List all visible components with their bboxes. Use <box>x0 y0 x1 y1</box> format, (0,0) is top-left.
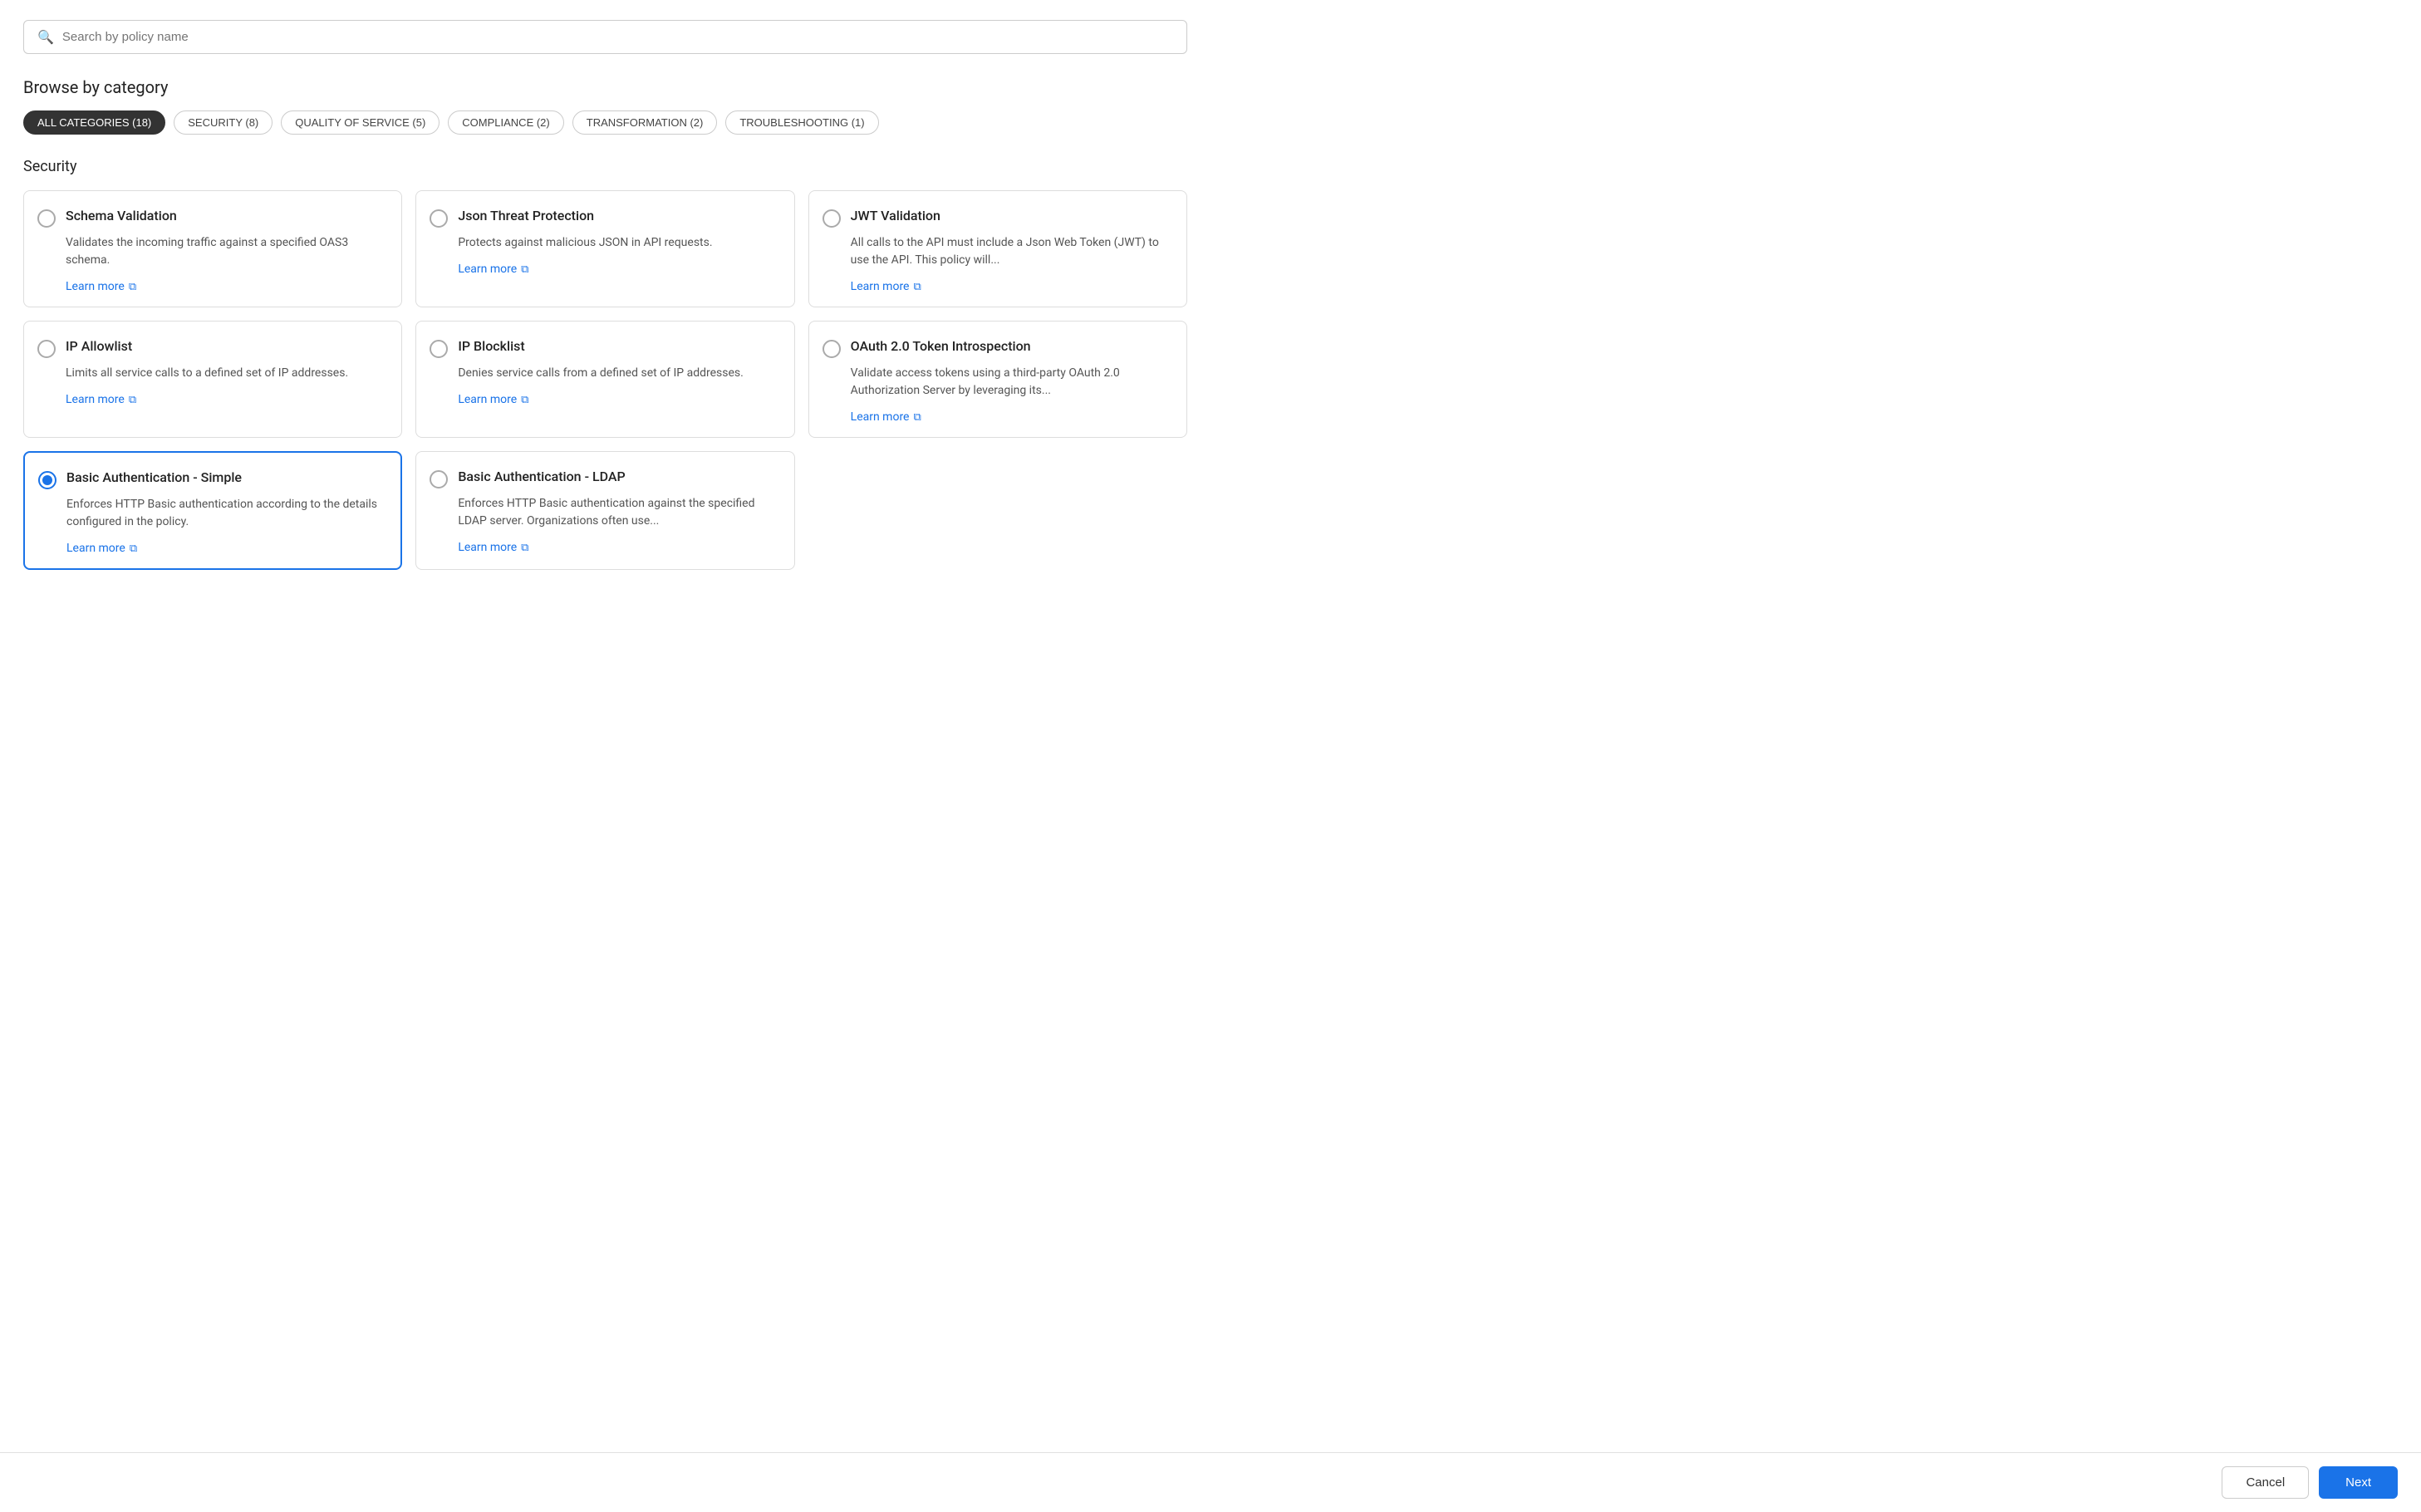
external-link-icon: ⧉ <box>521 394 528 406</box>
policy-card[interactable]: OAuth 2.0 Token Introspection Validate ac… <box>808 321 1187 438</box>
policy-description: Validates the incoming traffic against a… <box>37 234 385 269</box>
category-btn-0[interactable]: ALL CATEGORIES (18) <box>23 110 165 135</box>
browse-title: Browse by category <box>23 77 1187 97</box>
category-btn-2[interactable]: QUALITY OF SERVICE (5) <box>281 110 440 135</box>
policy-card-header: IP Blocklist <box>430 338 777 358</box>
policy-description: Validate access tokens using a third-par… <box>823 365 1170 400</box>
external-link-icon: ⧉ <box>913 281 921 293</box>
policy-card[interactable]: IP Allowlist Limits all service calls to … <box>23 321 402 438</box>
policy-description: Limits all service calls to a defined se… <box>37 365 385 382</box>
policy-name: IP Blocklist <box>458 338 524 356</box>
policy-description: Enforces HTTP Basic authentication accor… <box>38 496 384 531</box>
policy-card-header: OAuth 2.0 Token Introspection <box>823 338 1170 358</box>
radio-button[interactable] <box>430 340 448 358</box>
radio-button[interactable] <box>37 340 56 358</box>
radio-button[interactable] <box>823 340 841 358</box>
learn-more-link[interactable]: Learn more ⧉ <box>66 393 136 406</box>
radio-button[interactable] <box>430 470 448 488</box>
learn-more-link[interactable]: Learn more ⧉ <box>851 280 921 293</box>
policy-name: Basic Authentication - Simple <box>66 469 242 487</box>
policy-name: Json Threat Protection <box>458 208 594 225</box>
policy-card-header: IP Allowlist <box>37 338 385 358</box>
policy-description: Enforces HTTP Basic authentication again… <box>430 495 777 530</box>
learn-more-link[interactable]: Learn more ⧉ <box>458 541 528 554</box>
learn-more-link[interactable]: Learn more ⧉ <box>458 393 528 406</box>
radio-button[interactable] <box>37 209 56 228</box>
policy-name: JWT Validation <box>851 208 940 225</box>
category-filters: ALL CATEGORIES (18) SECURITY (8) QUALITY O… <box>23 110 1187 135</box>
external-link-icon: ⧉ <box>521 263 528 276</box>
policy-name: OAuth 2.0 Token Introspection <box>851 338 1031 356</box>
policy-card[interactable]: Json Threat Protection Protects against m… <box>415 190 794 307</box>
search-input[interactable] <box>62 30 1173 44</box>
policy-name: IP Allowlist <box>66 338 132 356</box>
learn-more-link[interactable]: Learn more ⧉ <box>851 410 921 424</box>
category-btn-3[interactable]: COMPLIANCE (2) <box>448 110 563 135</box>
policy-card[interactable]: IP Blocklist Denies service calls from a … <box>415 321 794 438</box>
external-link-icon: ⧉ <box>130 542 137 555</box>
policy-card[interactable]: JWT Validation All calls to the API must … <box>808 190 1187 307</box>
external-link-icon: ⧉ <box>913 411 921 424</box>
policy-name: Schema Validation <box>66 208 177 225</box>
policy-card[interactable]: Basic Authentication - LDAP Enforces HTTP… <box>415 451 794 570</box>
policy-card-header: Basic Authentication - LDAP <box>430 469 777 488</box>
learn-more-link[interactable]: Learn more ⧉ <box>66 280 136 293</box>
category-btn-5[interactable]: TROUBLESHOOTING (1) <box>725 110 878 135</box>
search-container[interactable]: 🔍 <box>23 20 1187 54</box>
section-title: Security <box>23 158 1187 175</box>
policy-card[interactable]: Basic Authentication - Simple Enforces HT… <box>23 451 402 570</box>
policy-card-header: Basic Authentication - Simple <box>38 469 384 489</box>
policy-card-header: Schema Validation <box>37 208 385 228</box>
footer: Cancel Next <box>0 1452 2421 1512</box>
learn-more-link[interactable]: Learn more ⧉ <box>458 263 528 276</box>
radio-button[interactable] <box>823 209 841 228</box>
external-link-icon: ⧉ <box>129 394 136 406</box>
policy-description: Protects against malicious JSON in API r… <box>430 234 777 252</box>
next-button[interactable]: Next <box>2319 1466 2398 1499</box>
policy-card-header: Json Threat Protection <box>430 208 777 228</box>
category-btn-4[interactable]: TRANSFORMATION (2) <box>572 110 718 135</box>
policy-description: Denies service calls from a defined set … <box>430 365 777 382</box>
policy-name: Basic Authentication - LDAP <box>458 469 625 486</box>
policy-card-header: JWT Validation <box>823 208 1170 228</box>
external-link-icon: ⧉ <box>129 281 136 293</box>
policy-grid: Schema Validation Validates the incoming … <box>23 190 1187 570</box>
cancel-button[interactable]: Cancel <box>2222 1466 2309 1499</box>
learn-more-link[interactable]: Learn more ⧉ <box>66 542 137 555</box>
policy-card[interactable]: Schema Validation Validates the incoming … <box>23 190 402 307</box>
search-icon: 🔍 <box>37 29 54 45</box>
policy-description: All calls to the API must include a Json… <box>823 234 1170 269</box>
external-link-icon: ⧉ <box>521 542 528 554</box>
radio-button[interactable] <box>38 471 56 489</box>
category-btn-1[interactable]: SECURITY (8) <box>174 110 273 135</box>
section-security: Security Schema Validation Validates the i… <box>23 158 1187 570</box>
radio-button[interactable] <box>430 209 448 228</box>
